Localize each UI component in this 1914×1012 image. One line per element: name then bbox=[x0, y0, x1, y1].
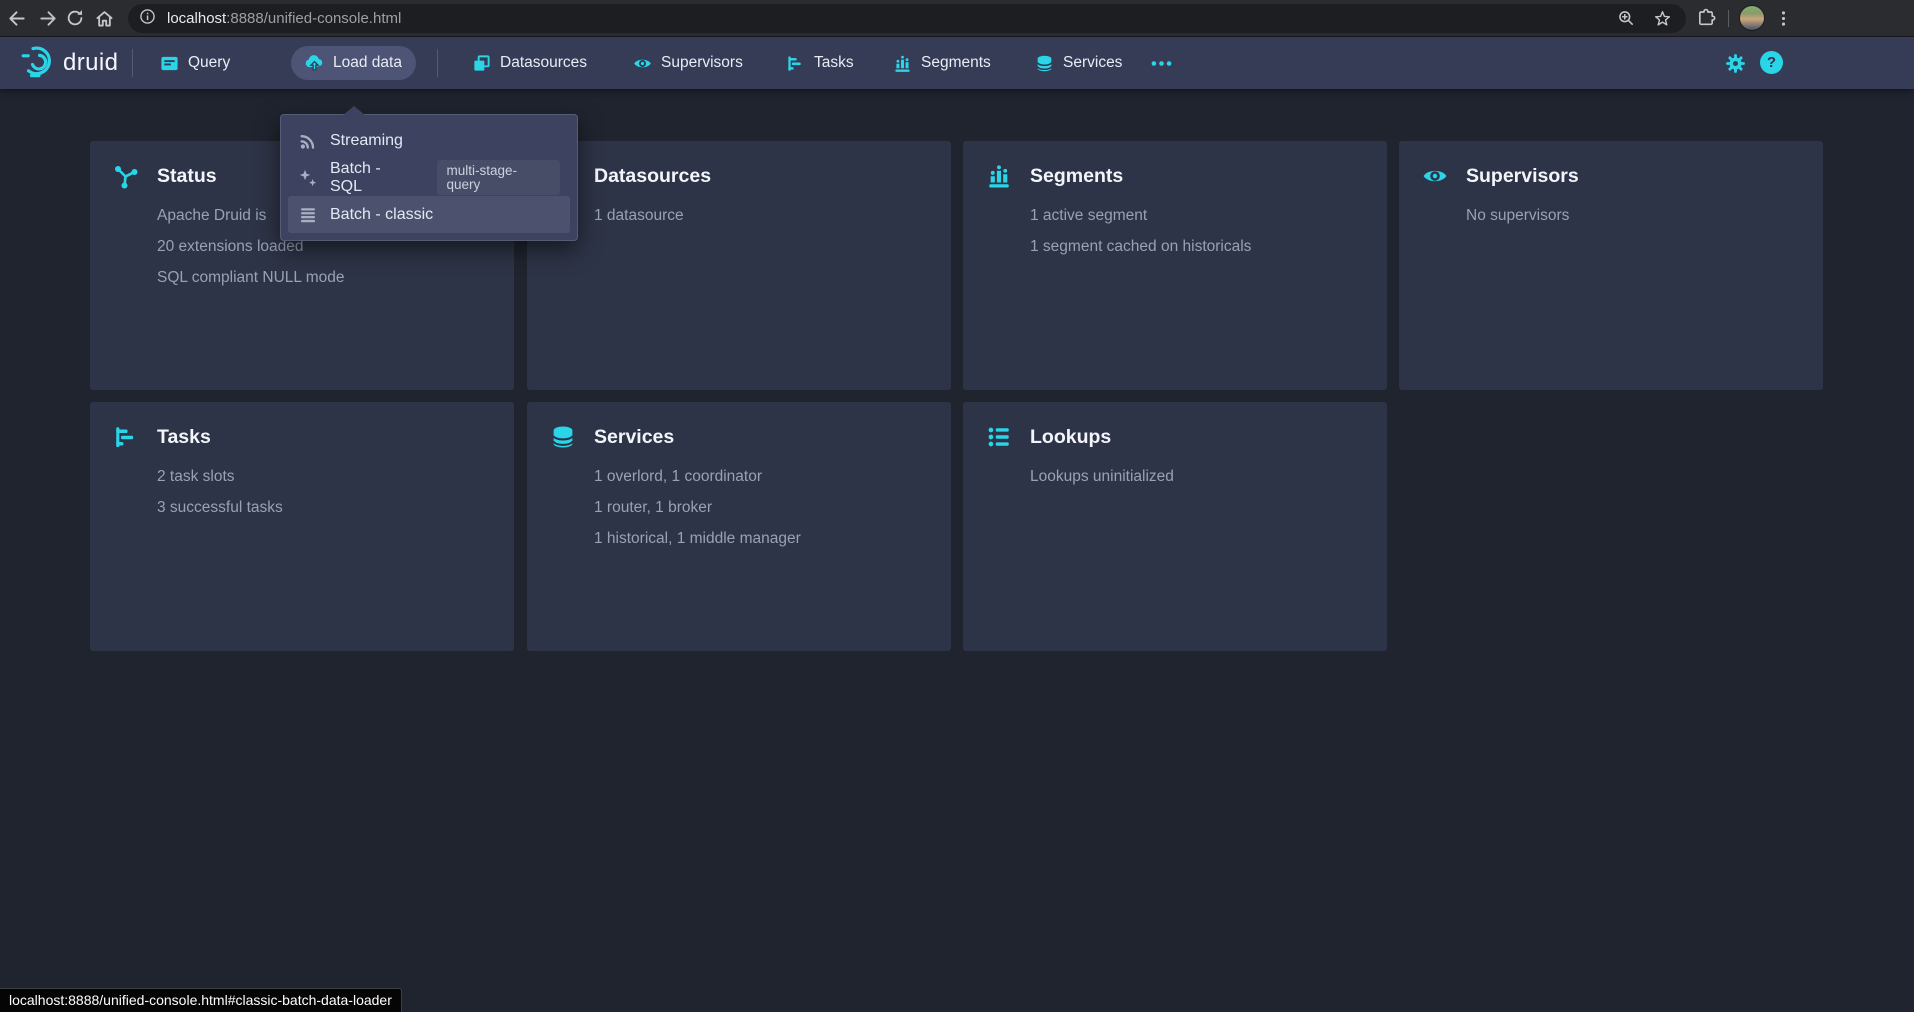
browser-reload-button[interactable] bbox=[63, 6, 87, 30]
sparkles-icon bbox=[298, 168, 318, 188]
browser-menu-kebab-icon[interactable] bbox=[1771, 6, 1795, 30]
datasources-line: 1 datasource bbox=[594, 207, 684, 224]
url-path: :8888/unified-console.html bbox=[226, 10, 401, 27]
query-console-icon bbox=[160, 54, 179, 73]
profile-avatar[interactable] bbox=[1739, 5, 1765, 31]
popover-arrow bbox=[343, 106, 365, 115]
menu-item-batch-sql[interactable]: Batch - SQL multi-stage-query bbox=[288, 159, 570, 196]
lookups-card-title: Lookups bbox=[1030, 426, 1111, 449]
segments-line: 1 active segment bbox=[1030, 207, 1251, 224]
toolbar-separator bbox=[1728, 10, 1729, 27]
supervisors-line: No supervisors bbox=[1466, 207, 1569, 224]
datasources-card-title: Datasources bbox=[594, 165, 711, 188]
status-line: SQL compliant NULL mode bbox=[157, 269, 345, 286]
menu-item-batch-classic-label: Batch - classic bbox=[330, 206, 433, 224]
datasources-card[interactable]: Datasources 1 datasource bbox=[527, 141, 951, 390]
link-status-bubble: localhost:8888/unified-console.html#clas… bbox=[0, 988, 402, 1012]
nav-supervisors-button[interactable]: Supervisors bbox=[621, 46, 755, 80]
nav-datasources-button[interactable]: Datasources bbox=[460, 46, 599, 80]
gantt-chart-icon bbox=[113, 424, 139, 450]
nav-segments-button[interactable]: Segments bbox=[881, 46, 1003, 80]
nav-load-data-label: Load data bbox=[333, 54, 402, 72]
supervisors-card[interactable]: Supervisors No supervisors bbox=[1399, 141, 1823, 390]
services-line: 1 historical, 1 middle manager bbox=[594, 530, 801, 547]
nav-datasources-label: Datasources bbox=[500, 54, 587, 72]
gantt-chart-icon bbox=[786, 54, 805, 73]
datasources-stack-icon bbox=[472, 54, 491, 73]
nav-tasks-button[interactable]: Tasks bbox=[774, 46, 866, 80]
druid-logo-icon bbox=[20, 43, 56, 84]
database-icon bbox=[1035, 54, 1054, 73]
tasks-line: 3 successful tasks bbox=[157, 499, 283, 516]
services-line: 1 overlord, 1 coordinator bbox=[594, 468, 801, 485]
druid-navbar: druid Query Load data bbox=[0, 37, 1914, 89]
segments-card[interactable]: Segments 1 active segment 1 segment cach… bbox=[963, 141, 1387, 390]
bar-chart-icon bbox=[986, 163, 1012, 189]
lookups-line: Lookups uninitialized bbox=[1030, 468, 1174, 485]
site-info-icon[interactable] bbox=[138, 7, 157, 31]
browser-home-button[interactable] bbox=[92, 6, 116, 30]
lookups-card[interactable]: Lookups Lookups uninitialized bbox=[963, 402, 1387, 651]
zoom-icon[interactable] bbox=[1614, 6, 1638, 30]
eye-icon bbox=[633, 54, 652, 73]
druid-wordmark: druid bbox=[63, 49, 118, 77]
nav-services-button[interactable]: Services bbox=[1023, 46, 1134, 80]
segments-line: 1 segment cached on historicals bbox=[1030, 238, 1251, 255]
menu-item-batch-classic[interactable]: Batch - classic bbox=[288, 196, 570, 233]
druid-console-screen: localhost:8888/unified-console.html bbox=[0, 0, 1914, 1012]
settings-gear-icon[interactable] bbox=[1724, 52, 1746, 74]
nav-services-label: Services bbox=[1063, 54, 1122, 72]
nav-divider bbox=[437, 49, 438, 77]
status-card-title: Status bbox=[157, 165, 217, 188]
load-data-menu: Streaming Batch - SQL multi-stage-query bbox=[280, 114, 578, 241]
nav-load-data-button[interactable]: Load data bbox=[291, 46, 416, 80]
nav-tasks-label: Tasks bbox=[814, 54, 854, 72]
druid-logo[interactable]: druid bbox=[20, 45, 118, 81]
menu-item-streaming-label: Streaming bbox=[330, 132, 403, 150]
tasks-card[interactable]: Tasks 2 task slots 3 successful tasks bbox=[90, 402, 514, 651]
cloud-upload-icon bbox=[305, 54, 324, 73]
extensions-icon[interactable] bbox=[1694, 5, 1718, 29]
segments-card-title: Segments bbox=[1030, 165, 1123, 188]
services-card-title: Services bbox=[594, 426, 674, 449]
menu-item-streaming[interactable]: Streaming bbox=[288, 122, 570, 159]
more-menu-button[interactable] bbox=[1138, 46, 1185, 80]
multi-stage-query-badge: multi-stage-query bbox=[437, 160, 561, 195]
url-text: localhost:8888/unified-console.html bbox=[167, 10, 401, 27]
services-line: 1 router, 1 broker bbox=[594, 499, 801, 516]
menu-item-batch-sql-label: Batch - SQL bbox=[330, 160, 417, 196]
bookmark-star-icon[interactable] bbox=[1650, 6, 1674, 30]
services-card[interactable]: Services 1 overlord, 1 coordinator 1 rou… bbox=[527, 402, 951, 651]
browser-forward-button[interactable] bbox=[36, 6, 60, 30]
nav-query-button[interactable]: Query bbox=[148, 46, 242, 80]
nav-supervisors-label: Supervisors bbox=[661, 54, 743, 72]
tasks-line: 2 task slots bbox=[157, 468, 283, 485]
browser-toolbar: localhost:8888/unified-console.html bbox=[0, 0, 1914, 37]
status-graph-icon bbox=[113, 163, 139, 189]
nav-segments-label: Segments bbox=[921, 54, 991, 72]
address-bar[interactable]: localhost:8888/unified-console.html bbox=[128, 4, 1686, 33]
eye-icon bbox=[1422, 163, 1448, 189]
nav-query-label: Query bbox=[188, 54, 230, 72]
nav-divider bbox=[132, 49, 133, 77]
stacked-lines-icon bbox=[298, 205, 318, 225]
supervisors-card-title: Supervisors bbox=[1466, 165, 1579, 188]
properties-list-icon bbox=[986, 424, 1012, 450]
feed-icon bbox=[298, 131, 318, 151]
database-icon bbox=[550, 424, 576, 450]
help-button[interactable]: ? bbox=[1760, 51, 1783, 74]
url-host: localhost bbox=[167, 10, 226, 27]
bar-chart-icon bbox=[893, 54, 912, 73]
tasks-card-title: Tasks bbox=[157, 426, 211, 449]
more-dots-icon bbox=[1150, 54, 1173, 73]
browser-back-button[interactable] bbox=[4, 6, 28, 30]
